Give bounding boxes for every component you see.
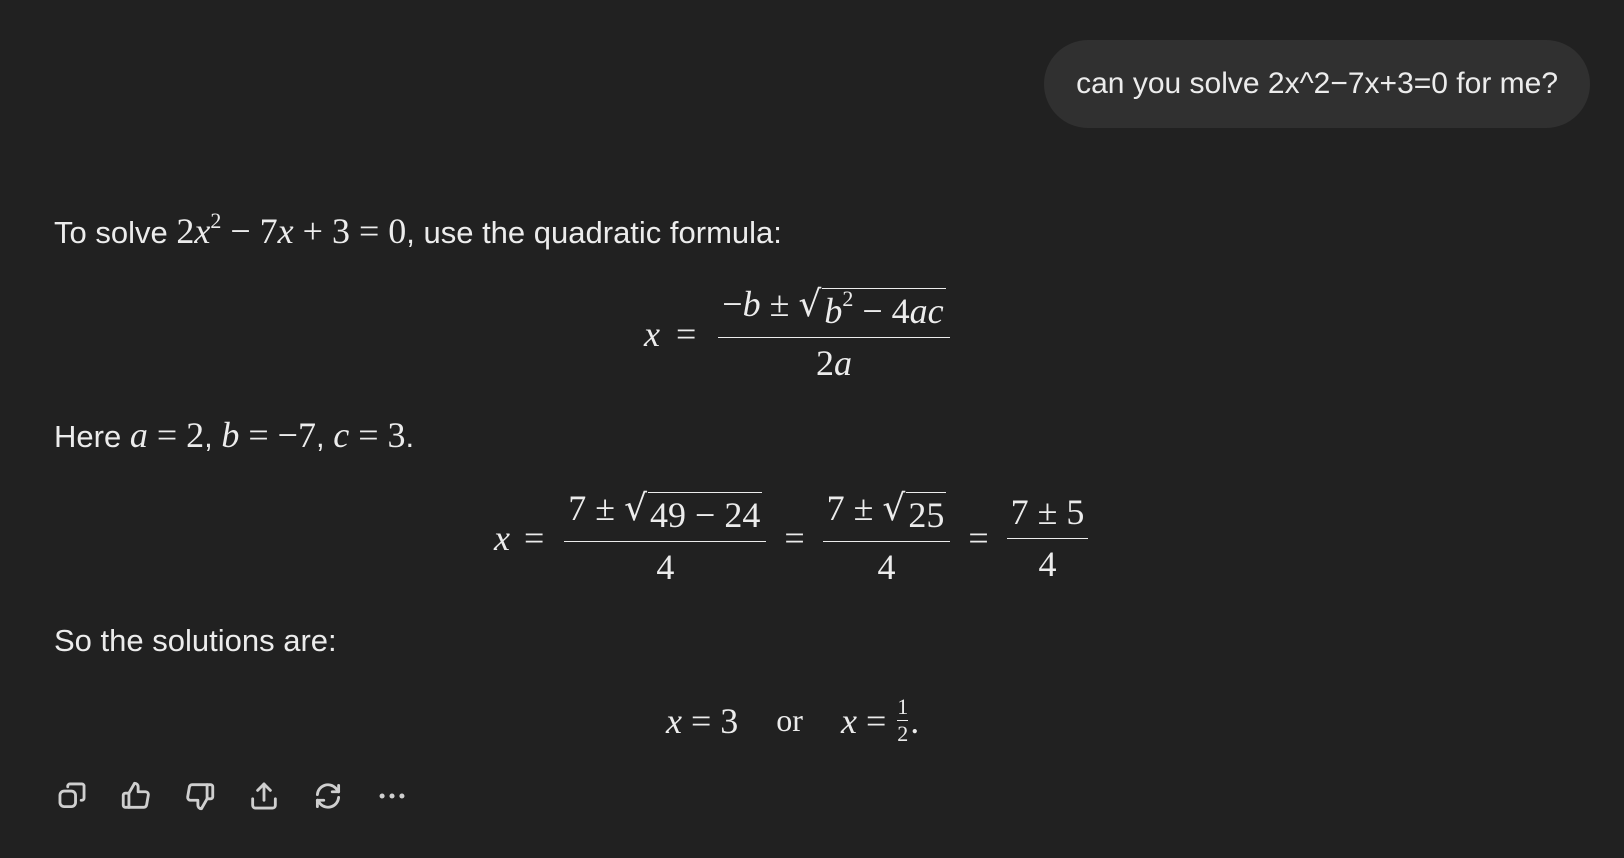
thumbs-up-button[interactable] — [118, 778, 154, 814]
user-message-bubble: can you solve 2x^2−7x+3=0 for me? — [1044, 40, 1590, 128]
fraction-step-1: 7 ± √ 49 − 24 4 — [564, 486, 767, 590]
thumbs-down-icon — [186, 783, 215, 811]
message-actions-toolbar — [54, 778, 410, 814]
solutions-equation: x = 3 or x = 12 . — [666, 694, 920, 746]
intro-suffix: , use the quadratic formula: — [406, 215, 782, 250]
solutions-paragraph: So the solutions are: — [54, 623, 337, 658]
intro-prefix: To solve — [54, 215, 177, 250]
solution-half: 12 — [897, 694, 909, 746]
more-icon — [379, 793, 405, 799]
math-inline: 2 — [176, 211, 195, 251]
fraction-step-3: 7 ± 5 4 — [1006, 490, 1089, 587]
user-message-text: can you solve 2x^2−7x+3=0 for me? — [1076, 67, 1558, 100]
here-prefix: Here — [54, 419, 130, 454]
quadratic-formula: x = −b ± √ b2 − 4ac 2a — [644, 282, 956, 386]
share-icon — [251, 782, 277, 810]
substitution-equation: x = 7 ± √ 49 − 24 4 = 7 ± √ 25 4 = 7 ± 5 4 — [494, 486, 1094, 590]
copy-icon — [58, 782, 86, 809]
copy-button[interactable] — [54, 778, 90, 814]
thumbs-up-icon — [121, 781, 150, 809]
fraction-step-2: 7 ± √ 25 4 — [822, 486, 951, 590]
formula-lhs: x — [644, 314, 660, 354]
or-word: or — [776, 702, 803, 738]
share-button[interactable] — [246, 778, 282, 814]
coefficients-paragraph: Here a = 2, b = −7, c = 3. — [54, 415, 415, 455]
regenerate-icon — [315, 783, 341, 809]
intro-paragraph: To solve 2x2−7x +3 = 0, use the quadratic f… — [54, 207, 782, 251]
regenerate-button[interactable] — [310, 778, 346, 814]
formula-fraction: −b ± √ b2 − 4ac 2a — [718, 282, 950, 386]
more-options-button[interactable] — [374, 778, 410, 814]
thumbs-down-button[interactable] — [182, 778, 218, 814]
